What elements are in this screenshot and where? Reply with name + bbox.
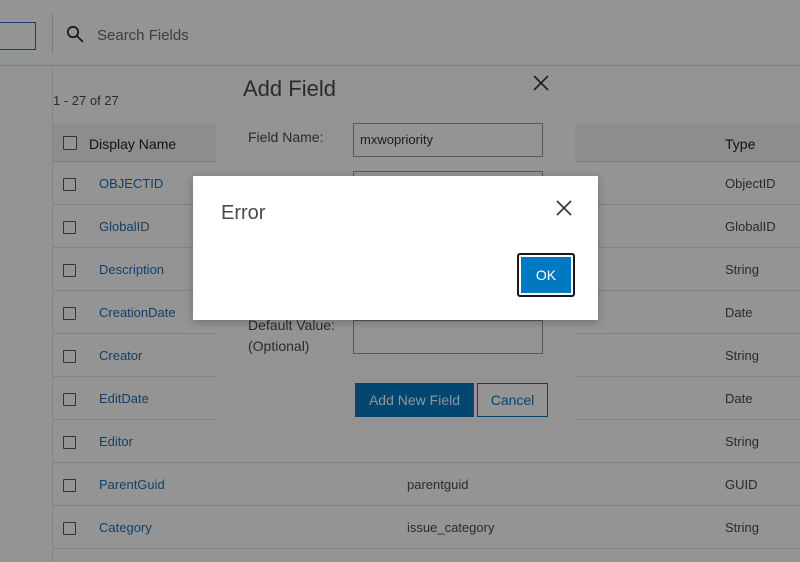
error-title: Error — [221, 202, 266, 224]
ok-button-focus-ring: OK — [517, 253, 575, 297]
error-dialog: Error OK — [193, 176, 598, 320]
close-icon[interactable] — [554, 198, 574, 218]
ok-button[interactable]: OK — [521, 257, 571, 293]
